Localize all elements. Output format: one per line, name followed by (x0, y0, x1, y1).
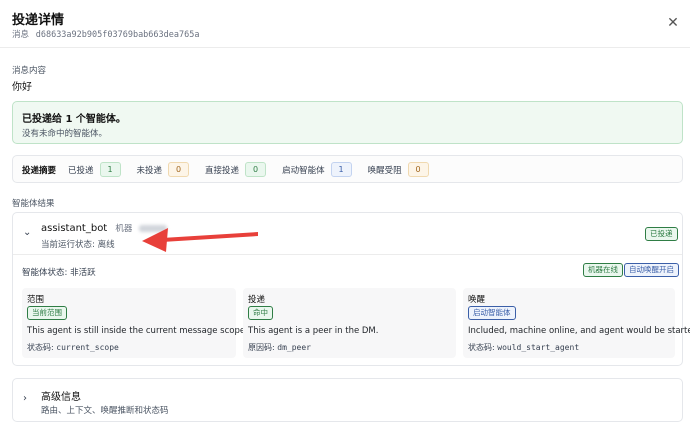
annotation-arrow-shaft (162, 232, 258, 242)
annotation-arrow (142, 228, 258, 252)
annotation-arrow-head (142, 228, 168, 252)
